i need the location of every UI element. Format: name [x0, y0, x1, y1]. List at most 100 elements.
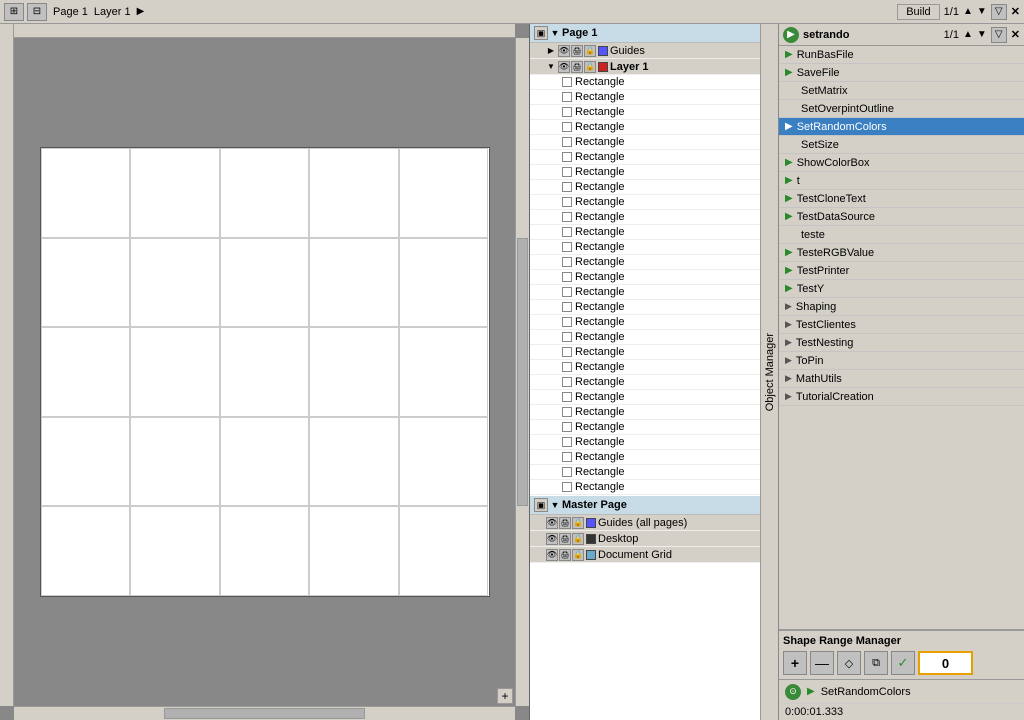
rectangle-row[interactable]: Rectangle [530, 150, 760, 165]
build-button[interactable]: Build [897, 4, 939, 20]
script-item-teste[interactable]: teste [779, 226, 1024, 244]
script-item-testprinter[interactable]: ▶ TestPrinter [779, 262, 1024, 280]
rectangle-row[interactable]: Rectangle [530, 345, 760, 360]
print-icon[interactable]: 🖨 [571, 45, 583, 57]
collapse-icon[interactable]: ▣ [534, 26, 548, 40]
dg-lock-icon[interactable]: 🔒 [572, 549, 584, 561]
script-item-setoverpint[interactable]: SetOverpintOutline [779, 100, 1024, 118]
ga-lock-icon[interactable]: 🔒 [572, 517, 584, 529]
sr-value-input[interactable] [918, 651, 973, 675]
script-item-testergbvalue[interactable]: ▶ TesteRGBValue [779, 244, 1024, 262]
rectangle-row[interactable]: Rectangle [530, 390, 760, 405]
close-btn[interactable]: ✕ [1011, 5, 1020, 18]
rectangle-row[interactable]: Rectangle [530, 120, 760, 135]
page1-expand[interactable]: ▼ [550, 28, 560, 38]
sr-select-btn[interactable]: ◇ [837, 651, 861, 675]
status-stop-btn[interactable]: ⊙ [785, 684, 801, 700]
rectangle-row[interactable]: Rectangle [530, 105, 760, 120]
rectangle-row[interactable]: Rectangle [530, 195, 760, 210]
l1-vis-icon[interactable]: 👁 [558, 61, 570, 73]
script-close[interactable]: ✕ [1011, 28, 1020, 41]
desk-lock-icon[interactable]: 🔒 [572, 533, 584, 545]
script-item-savefile[interactable]: ▶ SaveFile [779, 64, 1024, 82]
rectangle-row[interactable]: Rectangle [530, 435, 760, 450]
script-up[interactable]: ▲ [963, 29, 973, 40]
rectangle-row[interactable]: Rectangle [530, 405, 760, 420]
rectangle-row[interactable]: Rectangle [530, 165, 760, 180]
script-item-setsize[interactable]: SetSize [779, 136, 1024, 154]
rectangle-row[interactable]: Rectangle [530, 270, 760, 285]
script-item-testdatasource[interactable]: ▶ TestDataSource [779, 208, 1024, 226]
script-down[interactable]: ▼ [977, 29, 987, 40]
ga-vis-icon[interactable]: 👁 [546, 517, 558, 529]
object-manager-tab[interactable]: Object Manager [760, 24, 778, 720]
rectangle-row[interactable]: Rectangle [530, 480, 760, 495]
sr-add-btn[interactable]: + [783, 651, 807, 675]
l1-print-icon[interactable]: 🖨 [571, 61, 583, 73]
scrollbar-vertical[interactable] [515, 38, 529, 706]
rectangle-row[interactable]: Rectangle [530, 180, 760, 195]
rectangle-row[interactable]: Rectangle [530, 240, 760, 255]
script-list[interactable]: ▶ RunBasFile ▶ SaveFile SetMatrix SetOve… [779, 46, 1024, 629]
layer1-row[interactable]: ▼ 👁 🖨 🔒 Layer 1 [530, 59, 760, 75]
script-filter[interactable]: ▽ [991, 27, 1007, 43]
rectangle-row[interactable]: Rectangle [530, 330, 760, 345]
script-item-t[interactable]: ▶ t [779, 172, 1024, 190]
down-nav[interactable]: ▼ [977, 6, 987, 17]
vis-icon[interactable]: 👁 [558, 45, 570, 57]
script-item-runbasfile[interactable]: ▶ RunBasFile [779, 46, 1024, 64]
lock-icon[interactable]: 🔒 [584, 45, 596, 57]
desk-vis-icon[interactable]: 👁 [546, 533, 558, 545]
master-collapse-icon[interactable]: ▣ [534, 498, 548, 512]
scrollbar-horizontal[interactable] [14, 706, 515, 720]
dg-vis-icon[interactable]: 👁 [546, 549, 558, 561]
guides-row[interactable]: ▶ 👁 🖨 🔒 Guides [530, 43, 760, 59]
rectangle-row[interactable]: Rectangle [530, 315, 760, 330]
sr-remove-btn[interactable]: — [810, 651, 834, 675]
group-tutorialcreation[interactable]: ▶ TutorialCreation [779, 388, 1024, 406]
toolbar-icon-2[interactable]: ⊟ [27, 3, 47, 21]
master-page-header[interactable]: ▣ ▼ Master Page [530, 496, 760, 515]
layer1-expand[interactable]: ▼ [546, 62, 556, 72]
group-shaping[interactable]: ▶ Shaping [779, 298, 1024, 316]
rectangle-row[interactable]: Rectangle [530, 285, 760, 300]
up-nav[interactable]: ▲ [963, 6, 973, 17]
rectangle-row[interactable]: Rectangle [530, 75, 760, 90]
script-item-showcolorbox[interactable]: ▶ ShowColorBox [779, 154, 1024, 172]
add-canvas-btn[interactable]: + [497, 688, 513, 704]
page1-header[interactable]: ▣ ▼ Page 1 [530, 24, 760, 43]
rectangle-row[interactable]: Rectangle [530, 210, 760, 225]
script-item-testclonetext[interactable]: ▶ TestCloneText [779, 190, 1024, 208]
script-item-setrandomcolors[interactable]: ▶ SetRandomColors [779, 118, 1024, 136]
desktop-row[interactable]: 👁 🖨 🔒 Desktop [530, 531, 760, 547]
sr-group-btn[interactable]: ⧉ [864, 651, 888, 675]
script-item-setmatrix[interactable]: SetMatrix [779, 82, 1024, 100]
filter-btn[interactable]: ▽ [991, 4, 1007, 20]
toolbar-icon-1[interactable]: ⊞ [4, 3, 24, 21]
rectangle-row[interactable]: Rectangle [530, 300, 760, 315]
guides-expand[interactable]: ▶ [546, 46, 556, 56]
group-testnesting[interactable]: ▶ TestNesting [779, 334, 1024, 352]
rectangle-row[interactable]: Rectangle [530, 420, 760, 435]
rectangle-row[interactable]: Rectangle [530, 375, 760, 390]
rectangle-row[interactable]: Rectangle [530, 465, 760, 480]
rectangle-row[interactable]: Rectangle [530, 450, 760, 465]
nav-arrow[interactable]: ▶ [137, 6, 145, 17]
rectangle-row[interactable]: Rectangle [530, 360, 760, 375]
rectangle-row[interactable]: Rectangle [530, 225, 760, 240]
sr-check-btn[interactable]: ✓ [891, 651, 915, 675]
group-testclientes[interactable]: ▶ TestClientes [779, 316, 1024, 334]
master-expand[interactable]: ▼ [550, 500, 560, 510]
ga-print-icon[interactable]: 🖨 [559, 517, 571, 529]
group-mathutils[interactable]: ▶ MathUtils [779, 370, 1024, 388]
script-item-testy[interactable]: ▶ TestY [779, 280, 1024, 298]
rectangle-row[interactable]: Rectangle [530, 90, 760, 105]
desk-print-icon[interactable]: 🖨 [559, 533, 571, 545]
doc-grid-row[interactable]: 👁 🖨 🔒 Document Grid [530, 547, 760, 563]
layer-tree[interactable]: ▣ ▼ Page 1 ▶ 👁 🖨 🔒 Guides [530, 24, 760, 720]
guides-all-row[interactable]: 👁 🖨 🔒 Guides (all pages) [530, 515, 760, 531]
group-topin[interactable]: ▶ ToPin [779, 352, 1024, 370]
dg-print-icon[interactable]: 🖨 [559, 549, 571, 561]
rectangle-row[interactable]: Rectangle [530, 255, 760, 270]
l1-lock-icon[interactable]: 🔒 [584, 61, 596, 73]
